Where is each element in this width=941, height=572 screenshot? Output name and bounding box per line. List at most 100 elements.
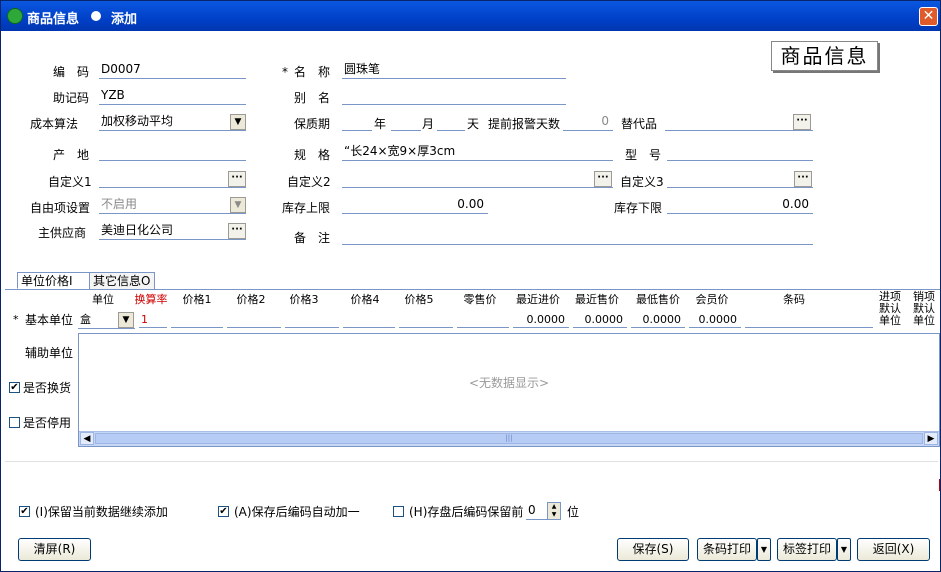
auto-inc-checkbox[interactable]: ✔ [218, 506, 229, 517]
tab-other-info[interactable]: 其它信息O [89, 272, 155, 289]
substitute-browse-button[interactable]: ··· [793, 114, 811, 130]
close-button[interactable]: ✕ [919, 7, 938, 26]
col-barcode: 条码 [783, 293, 805, 306]
keep-code-digits-input[interactable]: 0 [526, 502, 548, 520]
col-min-price: 最低售价 [636, 293, 680, 306]
save-button[interactable]: 保存(S) [617, 538, 689, 561]
base-unit-last-in[interactable]: 0.0000 [513, 312, 569, 328]
disabled-checkbox[interactable] [9, 417, 20, 428]
shelf-life-month-input[interactable] [391, 113, 421, 131]
base-unit-price4[interactable] [343, 312, 395, 328]
col-price4: 价格4 [350, 293, 380, 306]
custom1-input[interactable] [99, 170, 246, 188]
custom3-input[interactable] [667, 170, 813, 188]
title-bar: 商品信息 添加 ✕ [1, 1, 940, 31]
chevron-down-icon: ▼ [840, 545, 848, 554]
base-unit-dropdown-button[interactable]: ▼ [118, 312, 134, 328]
code-input[interactable]: D0007 [99, 61, 246, 79]
remark-input[interactable] [342, 227, 813, 245]
col-rate: 换算率 [134, 293, 168, 306]
base-unit-price3[interactable] [285, 312, 339, 328]
window-title: 商品信息 [27, 12, 80, 27]
base-unit-barcode[interactable] [745, 312, 873, 328]
alert-days-label: 提前报警天数 [488, 117, 561, 131]
cost-method-label: 成本算法 [30, 117, 79, 131]
free-item-label: 自由项设置 [30, 201, 91, 215]
chevron-down-icon: ▼ [760, 545, 768, 554]
name-input[interactable]: 圆珠笔 [342, 61, 566, 79]
base-unit-price2[interactable] [227, 312, 281, 328]
scroll-thumb[interactable]: ||| [95, 433, 923, 444]
base-unit-rate[interactable]: 1 [139, 312, 167, 328]
spin-down-icon[interactable]: ▼ [548, 511, 560, 519]
base-unit-required-mark: * [13, 313, 19, 326]
aux-unit-grid[interactable]: <无数据显示> ◀ ||| ▶ [78, 333, 940, 447]
custom3-browse-button[interactable]: ··· [794, 171, 812, 187]
spec-input[interactable]: “长24×宽9×厚3cm [342, 143, 613, 161]
barcode-print-button[interactable]: 条码打印 [697, 538, 757, 561]
base-unit-price1[interactable] [171, 312, 223, 328]
custom3-label: 自定义3 [620, 175, 664, 189]
horizontal-scrollbar[interactable]: ◀ ||| ▶ [79, 431, 939, 446]
grip-icon: ||| [505, 434, 513, 442]
checkmark-icon: ✔ [219, 506, 228, 517]
base-unit-value: 盒 [80, 313, 91, 326]
free-item-dropdown-button[interactable]: ▼ [230, 197, 246, 213]
base-unit-price5[interactable] [399, 312, 453, 328]
shelf-life-year-input[interactable] [342, 113, 372, 131]
window-mode: 添加 [111, 12, 138, 27]
close-icon: ✕ [922, 8, 935, 24]
options-separator [5, 461, 938, 462]
base-unit-retail[interactable] [457, 312, 509, 328]
chevron-right-icon: ▶ [927, 434, 935, 444]
custom2-input[interactable] [342, 170, 613, 188]
stock-lower-input[interactable]: 0.00 [667, 196, 813, 214]
tab-divider [5, 289, 940, 290]
scroll-right-button[interactable]: ▶ [924, 432, 938, 445]
barcode-print-dropdown[interactable]: ▼ [757, 538, 771, 561]
back-button[interactable]: 返回(X) [857, 538, 930, 561]
keep-data-checkbox[interactable]: ✔ [19, 506, 30, 517]
free-item-select[interactable]: 不启用 [99, 196, 246, 214]
ellipsis-icon: ··· [796, 115, 808, 126]
base-unit-member-price[interactable]: 0.0000 [689, 312, 741, 328]
checkmark-icon: ✔ [10, 382, 19, 393]
spin-up-icon[interactable]: ▲ [548, 503, 560, 511]
base-unit-min-price[interactable]: 0.0000 [631, 312, 685, 328]
keep-code-checkbox[interactable] [393, 506, 404, 517]
alert-days-input[interactable]: 0 [563, 113, 613, 131]
chevron-down-icon: ▼ [234, 200, 242, 210]
origin-input[interactable] [99, 143, 246, 161]
chevron-down-icon: ▼ [122, 315, 130, 325]
ellipsis-icon: ··· [797, 172, 809, 183]
col-price2: 价格2 [236, 293, 266, 306]
base-unit-last-out[interactable]: 0.0000 [573, 312, 627, 328]
shelf-life-year-unit: 年 [374, 117, 387, 131]
custom2-browse-button[interactable]: ··· [594, 171, 612, 187]
product-info-window: 商品信息 添加 ✕ 商品信息 编 码 D0007 * 名 称 圆珠笔 助记码 Y… [0, 0, 941, 572]
ellipsis-icon: ··· [597, 172, 609, 183]
keep-code-label: (H)存盘后编码保留前 [409, 505, 524, 519]
label-print-button[interactable]: 标签打印 [777, 538, 837, 561]
label-print-dropdown[interactable]: ▼ [837, 538, 851, 561]
supplier-browse-button[interactable]: ··· [228, 223, 246, 239]
model-input[interactable] [667, 143, 813, 161]
mnemonic-input[interactable]: YZB [99, 87, 246, 105]
chevron-down-icon: ▼ [234, 117, 242, 127]
custom1-browse-button[interactable]: ··· [228, 171, 246, 187]
cost-method-select[interactable]: 加权移动平均 [99, 113, 246, 131]
clear-button[interactable]: 清屏(R) [18, 538, 91, 561]
supplier-input[interactable]: 美迪日化公司 [99, 222, 246, 240]
col-in-default-line3: 单位 [879, 314, 901, 327]
stock-upper-input[interactable]: 0.00 [342, 196, 488, 214]
scroll-left-button[interactable]: ◀ [80, 432, 94, 445]
tab-unit-price[interactable]: 单位价格I [17, 272, 90, 289]
keep-code-spinner[interactable]: ▲ ▼ [547, 502, 561, 520]
base-unit-label: 基本单位 [25, 313, 74, 327]
alias-input[interactable] [342, 87, 566, 105]
exchange-checkbox[interactable]: ✔ [9, 382, 20, 393]
cost-method-dropdown-button[interactable]: ▼ [230, 114, 246, 130]
keep-data-label: (I)保留当前数据继续添加 [35, 505, 168, 519]
shelf-life-day-input[interactable] [437, 113, 465, 131]
substitute-input[interactable] [665, 113, 813, 131]
